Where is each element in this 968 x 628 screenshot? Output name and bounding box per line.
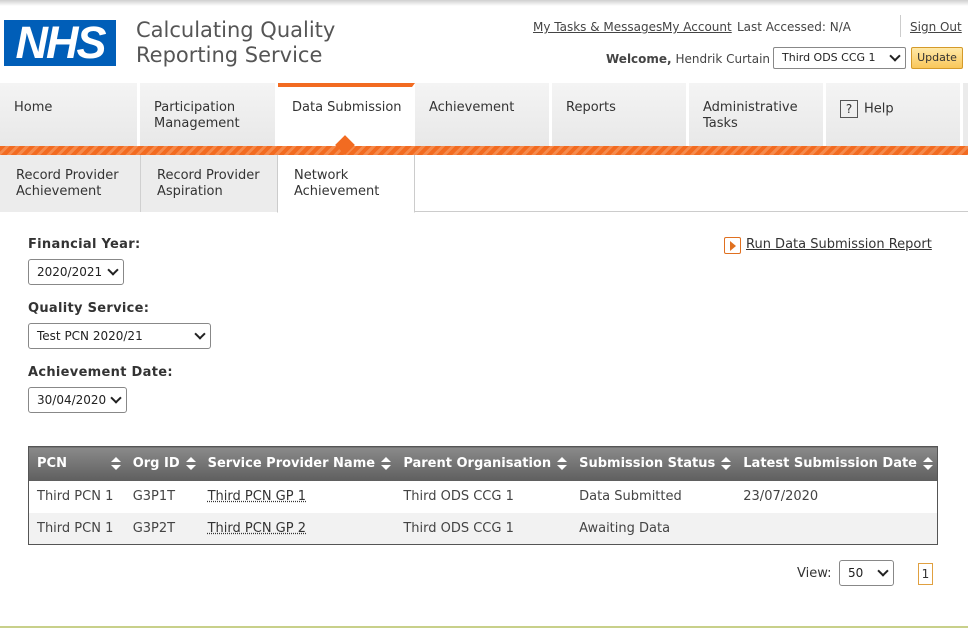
update-button[interactable]: Update xyxy=(911,47,963,69)
cell-org-id: G3P2T xyxy=(124,512,200,545)
achievement-date-label: Achievement Date: xyxy=(28,365,173,380)
column-header-pcn[interactable]: PCN xyxy=(28,446,125,481)
cell-latest-submission-date: 23/07/2020 xyxy=(743,489,819,504)
chevron-down-icon xyxy=(107,264,119,276)
table-header-row: PCN Org ID Service Provider Name Parent … xyxy=(28,446,938,481)
nav-administrative-tasks[interactable]: Administrative Tasks xyxy=(689,83,826,146)
chevron-down-icon xyxy=(110,392,122,404)
user-name: Hendrik Curtain xyxy=(675,52,771,66)
subtab-record-provider-achievement[interactable]: Record Provider Achievement xyxy=(0,155,141,212)
cell-pcn: Third PCN 1 xyxy=(28,512,125,545)
column-header-parent-organisation[interactable]: Parent Organisation xyxy=(395,446,572,481)
subtab-label: Network Achievement xyxy=(294,168,380,199)
nav-achievement[interactable]: Achievement xyxy=(415,83,552,146)
table-row: Third PCN 1 G3P2T Third PCN GP 2 Third O… xyxy=(28,512,938,545)
quality-service-label: Quality Service: xyxy=(28,301,150,316)
page-button-current[interactable]: 1 xyxy=(918,563,933,585)
last-accessed-text: Last Accessed: N/A xyxy=(737,20,851,34)
nav-help-label: Help xyxy=(864,101,894,117)
nav-participation-management[interactable]: Participation Management xyxy=(140,83,278,146)
submission-table: PCN Org ID Service Provider Name Parent … xyxy=(28,446,938,545)
question-icon: ? xyxy=(840,100,858,118)
nav-participation-label: Participation Management xyxy=(154,100,240,131)
sort-icon[interactable] xyxy=(110,457,121,471)
column-header-label: Submission Status xyxy=(579,456,716,472)
sort-icon[interactable] xyxy=(923,457,933,471)
column-header-label: Parent Organisation xyxy=(403,456,552,472)
table-row: Third PCN 1 G3P1T Third PCN GP 1 Third O… xyxy=(29,481,938,513)
page-size-select[interactable]: 50 xyxy=(839,560,894,586)
cell-org-id: G3P1T xyxy=(132,489,176,504)
financial-year-label: Financial Year: xyxy=(28,237,141,252)
nav-accent-bar xyxy=(0,146,968,155)
column-header-label: Service Provider Name xyxy=(207,456,376,472)
achievement-date-select[interactable]: 30/04/2020 xyxy=(28,387,127,413)
cell-parent-organisation: Third ODS CCG 1 xyxy=(395,512,572,545)
my-account-link[interactable]: My Account xyxy=(662,20,732,34)
quality-service-value: Test PCN 2020/21 xyxy=(37,329,143,343)
subtab-label: Record Provider Achievement xyxy=(16,168,119,199)
service-provider-link[interactable]: Third PCN GP 1 xyxy=(208,489,306,504)
nav-achievement-label: Achievement xyxy=(429,100,515,115)
top-links: My Tasks & Messages My Account Last Acce… xyxy=(0,20,968,36)
column-header-org-id[interactable]: Org ID xyxy=(124,446,200,481)
column-header-label: PCN xyxy=(37,456,67,472)
financial-year-select[interactable]: 2020/2021 xyxy=(28,259,124,285)
welcome-prefix: Welcome, xyxy=(606,52,672,66)
main-navigation: Home Participation Management Data Submi… xyxy=(0,83,968,146)
sort-icon[interactable] xyxy=(557,457,568,471)
run-report-label: Run Data Submission Report xyxy=(746,237,932,252)
organisation-select-value: Third ODS CCG 1 xyxy=(782,51,876,64)
subtab-record-provider-aspiration[interactable]: Record Provider Aspiration xyxy=(141,155,278,212)
header-divider xyxy=(900,15,901,37)
nav-home[interactable]: Home xyxy=(0,83,140,146)
nav-help[interactable]: ? Help xyxy=(826,83,963,146)
cell-service-provider: Third PCN GP 1 xyxy=(200,481,396,513)
nav-reports-label: Reports xyxy=(566,100,616,115)
chevron-down-icon xyxy=(889,50,901,62)
organisation-select[interactable]: Third ODS CCG 1 xyxy=(773,47,906,69)
column-header-service-provider[interactable]: Service Provider Name xyxy=(199,446,396,481)
cell-submission-status: Data Submitted xyxy=(579,489,682,504)
column-header-label: Latest Submission Date xyxy=(743,456,917,472)
subtab-label: Record Provider Aspiration xyxy=(157,168,260,199)
service-provider-link[interactable]: Third PCN GP 2 xyxy=(208,521,306,536)
view-label: View: xyxy=(797,566,832,581)
nav-reports[interactable]: Reports xyxy=(552,83,689,146)
cell-submission-status: Awaiting Data xyxy=(571,512,736,545)
top-border xyxy=(0,0,968,6)
sub-navigation: Record Provider Achievement Record Provi… xyxy=(0,155,968,213)
sort-icon[interactable] xyxy=(381,457,392,471)
my-tasks-link[interactable]: My Tasks & Messages xyxy=(533,20,662,34)
column-header-submission-status[interactable]: Submission Status xyxy=(571,446,736,481)
welcome-message: Welcome, Hendrik Curtain xyxy=(606,52,770,66)
page-size-value: 50 xyxy=(848,566,864,580)
cell-latest-submission-date xyxy=(735,512,938,545)
quality-service-select[interactable]: Test PCN 2020/21 xyxy=(28,323,211,349)
play-icon xyxy=(724,237,741,254)
financial-year-value: 2020/2021 xyxy=(37,265,103,279)
nav-home-label: Home xyxy=(14,100,53,115)
sign-out-link[interactable]: Sign Out xyxy=(910,20,962,34)
sort-icon[interactable] xyxy=(721,457,732,471)
cell-pcn: Third PCN 1 xyxy=(37,489,114,504)
nav-data-submission-label: Data Submission xyxy=(292,100,402,115)
achievement-date-value: 30/04/2020 xyxy=(37,393,107,407)
column-header-label: Org ID xyxy=(132,456,180,472)
sort-icon[interactable] xyxy=(185,457,196,471)
cell-service-provider: Third PCN GP 2 xyxy=(199,512,396,545)
chevron-down-icon xyxy=(877,565,889,577)
column-header-latest-submission-date[interactable]: Latest Submission Date xyxy=(735,446,938,481)
subtab-network-achievement[interactable]: Network Achievement xyxy=(277,155,415,213)
nav-admin-label: Administrative Tasks xyxy=(703,100,798,131)
chevron-down-icon xyxy=(194,328,206,340)
cell-parent-organisation: Third ODS CCG 1 xyxy=(403,489,514,504)
app-title-line-2: Reporting Service xyxy=(136,43,323,67)
